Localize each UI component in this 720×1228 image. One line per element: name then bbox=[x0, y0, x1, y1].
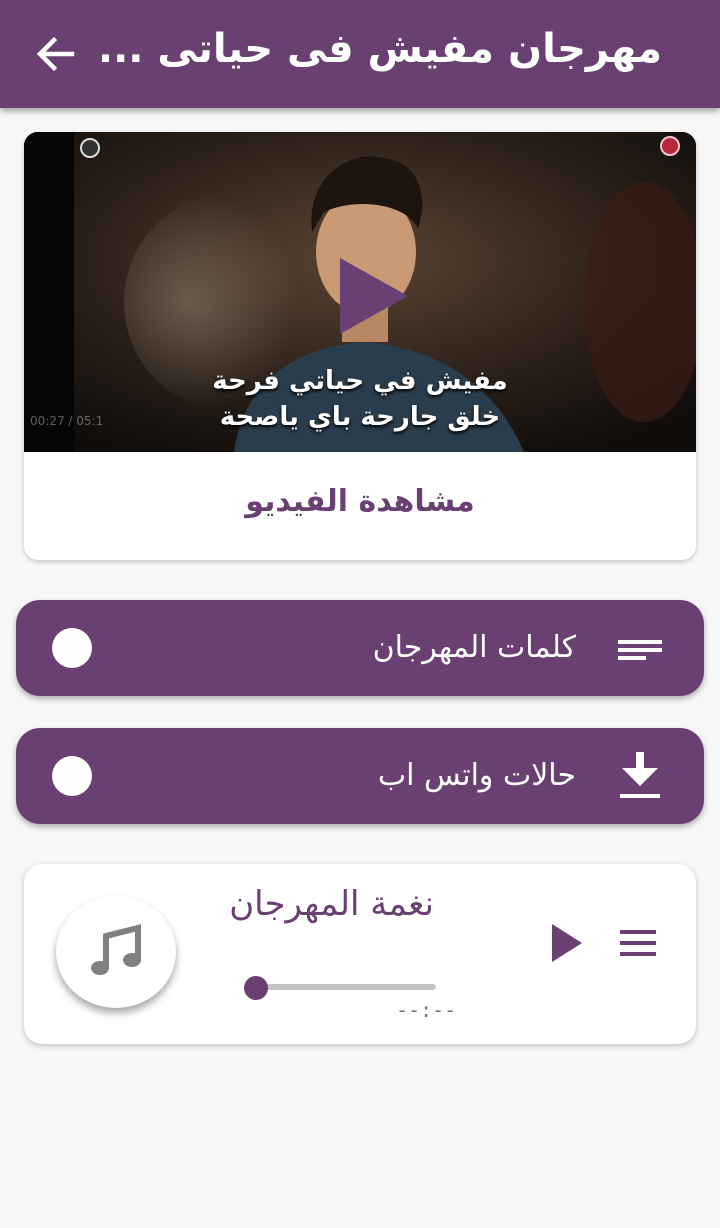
brand-logo-icon bbox=[660, 136, 680, 156]
back-arrow-icon[interactable] bbox=[34, 32, 78, 76]
ringtone-title: نغمة المهرجان bbox=[229, 884, 434, 924]
video-card: مفيش في حياتي فرحة خلق جارحة باي ياصحة 0… bbox=[24, 132, 696, 560]
music-note-icon bbox=[91, 924, 141, 975]
lyrics-button[interactable]: كلمات المهرجان bbox=[16, 600, 704, 696]
video-play-icon[interactable] bbox=[336, 256, 412, 336]
channel-logo-icon bbox=[80, 138, 100, 158]
progress-knob[interactable] bbox=[244, 976, 268, 1000]
progress-track[interactable] bbox=[256, 984, 436, 990]
ringtone-play-icon[interactable] bbox=[550, 922, 584, 964]
page-title: مهرجان مفيش فى حياتى ... bbox=[102, 26, 662, 72]
app-bar: مهرجان مفيش فى حياتى ... bbox=[0, 0, 720, 108]
watch-video-button[interactable]: مشاهدة الفيديو bbox=[24, 484, 696, 519]
ringtone-player: نغمة المهرجان --:-- bbox=[24, 864, 696, 1044]
lyrics-lines-icon bbox=[618, 640, 662, 660]
toggle-dot-icon bbox=[52, 756, 92, 796]
duration-label: --:-- bbox=[396, 998, 457, 1022]
video-caption-line1: مفيش في حياتي فرحة bbox=[212, 366, 508, 396]
toggle-dot-icon bbox=[52, 628, 92, 668]
hamburger-menu-icon[interactable] bbox=[618, 928, 658, 958]
video-time-overlay: 00:27 / 05:1 bbox=[30, 414, 104, 428]
music-disc bbox=[56, 896, 176, 1008]
lyrics-label: كلمات المهرجان bbox=[372, 630, 576, 665]
download-icon bbox=[620, 752, 660, 798]
whatsapp-status-label: حالات واتس اب bbox=[377, 758, 576, 793]
video-thumbnail[interactable]: مفيش في حياتي فرحة خلق جارحة باي ياصحة 0… bbox=[24, 132, 696, 452]
whatsapp-status-button[interactable]: حالات واتس اب bbox=[16, 728, 704, 824]
video-caption-line2: خلق جارحة باي ياصحة bbox=[219, 402, 501, 432]
